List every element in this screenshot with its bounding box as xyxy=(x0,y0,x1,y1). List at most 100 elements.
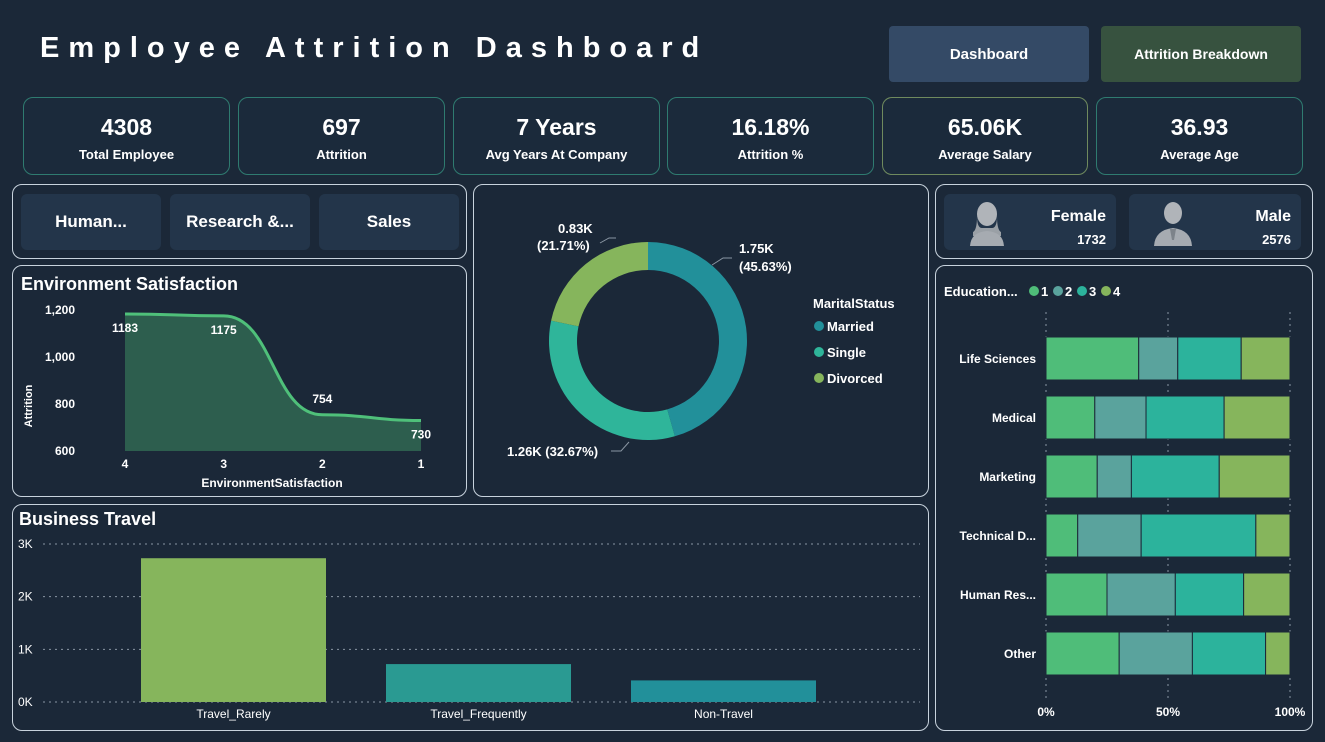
stacked-bar-segment xyxy=(1174,572,1245,617)
y-tick-label: 0K xyxy=(18,695,33,709)
kpi-value: 36.93 xyxy=(1170,114,1229,140)
donut-slice-divorced xyxy=(551,242,648,327)
nav-dashboard-button[interactable]: Dashboard xyxy=(889,26,1089,82)
data-label: 1183 xyxy=(112,321,138,335)
marital-status-chart: MaritalStatus 0.83K (21.71%) 1.75K (45.6… xyxy=(507,221,895,459)
legend-item-label: 1 xyxy=(1041,284,1048,299)
stacked-bar-segment xyxy=(1096,454,1132,499)
legend-marker xyxy=(1077,286,1087,296)
legend-marker xyxy=(814,373,824,383)
male-person-icon xyxy=(1154,202,1192,246)
y-axis-title: Attrition xyxy=(23,384,35,427)
donut-label-divorced-value: 0.83K xyxy=(558,221,593,236)
y-category-label: Life Sciences xyxy=(959,352,1036,366)
kpi-label: Average Age xyxy=(1160,147,1239,162)
kpi-card-attrition-percent: 16.18% Attrition % xyxy=(667,97,874,175)
business-travel-chart: 3K 2K 1K 0K Travel_Rarely Travel_Frequently No… xyxy=(18,537,920,721)
legend-marker xyxy=(814,321,824,331)
environment-satisfaction-chart: Attrition EnvironmentSatisfaction 1,200 1… xyxy=(23,303,431,490)
data-label: 754 xyxy=(312,392,332,406)
donut-label-married-value: 1.75K xyxy=(739,241,774,256)
kpi-card-average-salary: 65.06K Average Salary xyxy=(882,97,1088,175)
stacked-bar-segment xyxy=(1265,631,1291,676)
y-category-label: Human Res... xyxy=(960,588,1036,602)
legend-item-label: Divorced xyxy=(827,371,883,386)
slicer-sales[interactable]: Sales xyxy=(319,194,459,250)
legend-item-label: Single xyxy=(827,345,866,360)
y-tick-label: 600 xyxy=(55,444,75,458)
x-tick-label: 1 xyxy=(418,457,425,471)
stacked-bar-segment xyxy=(1145,395,1225,440)
stacked-bar-segment xyxy=(1223,395,1291,440)
stacked-bar-segment xyxy=(1106,572,1176,617)
business-travel-panel: Business Travel 3K 2K 1K 0K Travel_Rarely Tra… xyxy=(12,504,929,731)
leader-line-divorced xyxy=(599,237,616,244)
y-category-label: Technical D... xyxy=(960,529,1036,543)
x-tick-label: 50% xyxy=(1156,705,1180,719)
kpi-value: 65.06K xyxy=(947,114,1023,140)
donut-label-single: 1.26K (32.67%) xyxy=(507,444,598,459)
stacked-bar-segment xyxy=(1045,572,1108,617)
department-slicer: Human... Research &... Sales xyxy=(12,184,467,259)
environment-satisfaction-panel: Environment Satisfaction Attrition Envir… xyxy=(12,265,467,497)
gender-panel: Female 1732 Male 2576 xyxy=(935,184,1313,259)
stacked-bar-segment xyxy=(1255,513,1291,558)
kpi-label: Attrition % xyxy=(737,147,804,162)
marital-status-panel: MaritalStatus 0.83K (21.71%) 1.75K (45.6… xyxy=(473,184,929,497)
legend-item-label: Married xyxy=(827,319,874,334)
kpi-card-average-age: 36.93 Average Age xyxy=(1096,97,1303,175)
x-tick-label: 2 xyxy=(319,457,326,471)
stacked-bar-segment xyxy=(1045,336,1140,381)
legend-marker xyxy=(1101,286,1111,296)
y-category-label: Marketing xyxy=(979,470,1036,484)
donut-label-divorced-percent: (21.71%) xyxy=(537,238,590,253)
x-axis-title: EnvironmentSatisfaction xyxy=(201,476,342,490)
nav-attrition-breakdown-button[interactable]: Attrition Breakdown xyxy=(1101,26,1301,82)
kpi-value: 4308 xyxy=(100,114,153,140)
stacked-bar-segment xyxy=(1138,336,1179,381)
slicer-research-development[interactable]: Research &... xyxy=(170,194,310,250)
x-tick-label: 3 xyxy=(220,457,227,471)
y-tick-label: 800 xyxy=(55,397,75,411)
donut-slice-single xyxy=(549,320,675,440)
leader-line-married xyxy=(711,257,732,266)
legend-title: MaritalStatus xyxy=(813,296,895,311)
male-count: 2576 xyxy=(1262,232,1291,247)
female-person-icon xyxy=(970,202,1004,246)
legend-item-label: 2 xyxy=(1065,284,1072,299)
legend-marker xyxy=(814,347,824,357)
slicer-human-resources[interactable]: Human... xyxy=(21,194,161,250)
y-category-label: Medical xyxy=(992,411,1036,425)
stacked-bar-segment xyxy=(1177,336,1242,381)
male-label: Male xyxy=(1255,208,1291,225)
education-field-panel: Education... 1 2 3 4 0% 50% 100% Life Sciences M… xyxy=(935,265,1313,731)
leader-line-single xyxy=(611,441,630,452)
stacked-bar-segment xyxy=(1130,454,1220,499)
donut-label-married-percent: (45.63%) xyxy=(739,259,792,274)
kpi-label: Total Employee xyxy=(78,147,175,162)
female-label: Female xyxy=(1050,208,1106,225)
bar-travel_frequently xyxy=(386,664,571,702)
bar-travel_rarely xyxy=(141,558,326,702)
x-tick-label: 100% xyxy=(1275,705,1306,719)
stacked-bar-segment xyxy=(1045,513,1079,558)
kpi-card-attrition: 697 Attrition xyxy=(238,97,445,175)
stacked-bar-segment xyxy=(1045,454,1098,499)
kpi-value: 16.18% xyxy=(731,114,810,140)
y-tick-label: 1,200 xyxy=(45,303,75,317)
stacked-bar-segment xyxy=(1140,513,1257,558)
x-tick-label: Non-Travel xyxy=(694,707,753,721)
male-card[interactable]: Male 2576 xyxy=(1129,194,1301,250)
x-tick-label: Travel_Rarely xyxy=(196,707,270,721)
kpi-value: 697 xyxy=(322,114,361,140)
female-card[interactable]: Female 1732 xyxy=(944,194,1116,250)
legend-marker xyxy=(1053,286,1063,296)
y-tick-label: 2K xyxy=(18,590,33,604)
data-label: 730 xyxy=(411,427,431,441)
stacked-bar-segment xyxy=(1243,572,1291,617)
y-tick-label: 1,000 xyxy=(45,350,75,364)
legend-title: Education... xyxy=(944,284,1018,299)
female-count: 1732 xyxy=(1077,232,1106,247)
stacked-bar-segment xyxy=(1118,631,1193,676)
stacked-bar-segment xyxy=(1218,454,1291,499)
